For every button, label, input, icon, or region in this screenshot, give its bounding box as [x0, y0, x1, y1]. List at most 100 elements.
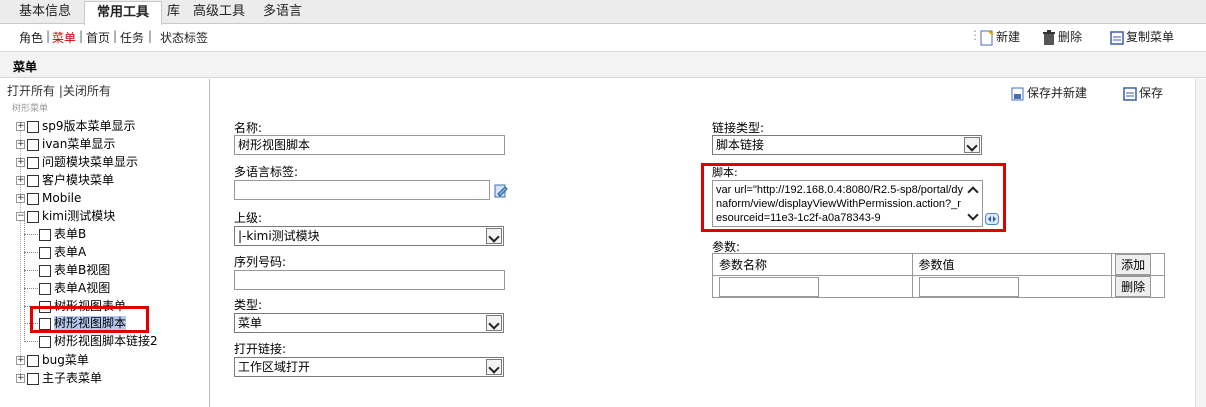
subnav-home[interactable]: 首页: [86, 29, 110, 46]
tab-common-tools[interactable]: 常用工具: [84, 1, 162, 25]
parent-label: 上级:: [234, 211, 263, 225]
remove-param-button[interactable]: 删除: [1115, 276, 1152, 297]
expand-icon[interactable]: +: [16, 140, 25, 149]
expand-icon[interactable]: +: [16, 374, 25, 383]
tree-checkbox[interactable]: [27, 354, 39, 367]
tree-node-label: 表单B: [54, 227, 87, 241]
expand-all-link[interactable]: 打开所有: [7, 84, 55, 98]
save-and-new-button[interactable]: 保存并新建: [1011, 84, 1087, 102]
tree-checkbox[interactable]: [27, 372, 39, 385]
link-type-label: 链接类型:: [712, 121, 765, 135]
name-label: 名称:: [234, 121, 263, 135]
params-col-name: 参数名称: [712, 253, 913, 276]
new-button[interactable]: 新建: [980, 28, 1020, 46]
tree-checkbox[interactable]: [39, 282, 51, 295]
param-value-input[interactable]: [918, 276, 1019, 297]
tree-node[interactable]: + sp9版本菜单显示: [16, 118, 136, 135]
new-doc-icon: [980, 29, 994, 45]
new-button-label: 新建: [996, 30, 1021, 44]
expand-icon[interactable]: +: [16, 194, 25, 203]
tree-checkbox[interactable]: [27, 192, 39, 205]
tree-checkbox[interactable]: [27, 120, 39, 133]
tree-node[interactable]: + 主子表菜单: [16, 370, 102, 387]
link-type-select[interactable]: 脚本链接: [712, 135, 982, 155]
subnav-task[interactable]: 任务: [120, 29, 144, 46]
params-header-row: 参数名称 参数值 添加: [712, 253, 1165, 276]
type-select[interactable]: 菜单: [234, 313, 504, 333]
tree-checkbox[interactable]: [39, 228, 51, 241]
tree-checkbox[interactable]: [27, 210, 39, 223]
tree-node[interactable]: 表单A视图: [24, 280, 110, 297]
copy-menu-button[interactable]: 复制菜单: [1110, 28, 1174, 46]
subnav-role[interactable]: 角色: [19, 29, 43, 46]
right-gutter: [1195, 79, 1206, 407]
tree-checkbox[interactable]: [39, 246, 51, 259]
top-tab-bar: 基本信息 常用工具 库 高级工具 多语言: [0, 0, 1206, 25]
tree-node[interactable]: + 问题模块菜单显示: [16, 154, 138, 171]
tree-node[interactable]: 树形视图脚本链接2: [24, 333, 158, 350]
tree-node-label: ivan菜单显示: [42, 137, 116, 151]
parent-select-value: |-kimi测试模块: [238, 229, 320, 243]
tree-node[interactable]: + Mobile: [16, 190, 81, 207]
section-title: 菜单: [13, 60, 38, 74]
trash-icon: [1043, 29, 1055, 45]
tree-node-label: 客户模块菜单: [42, 173, 115, 187]
tree-node-label: 表单A: [54, 245, 87, 259]
tree-node-label: 树形视图脚本链接2: [54, 334, 158, 348]
expand-icon[interactable]: +: [16, 356, 25, 365]
delete-button-label: 删除: [1058, 30, 1083, 44]
open-label: 打开链接:: [234, 342, 287, 356]
tree-root-label: 树形菜单: [12, 104, 49, 114]
tree-node-label: 表单A视图: [54, 281, 111, 295]
tree-node[interactable]: 表单A: [24, 244, 86, 261]
tree-node[interactable]: + ivan菜单显示: [16, 136, 115, 153]
section-header: 菜单: [0, 51, 1206, 78]
param-name-input[interactable]: [719, 276, 819, 297]
expand-icon[interactable]: +: [16, 158, 25, 167]
tab-advanced-tools[interactable]: 高级工具: [193, 0, 245, 24]
chevron-down-icon[interactable]: [486, 315, 502, 331]
tree-checkbox[interactable]: [39, 335, 51, 348]
open-select[interactable]: 工作区域打开: [234, 357, 504, 377]
name-input[interactable]: 树形视图脚本: [234, 135, 505, 155]
tree-checkbox[interactable]: [27, 174, 39, 187]
seq-input[interactable]: [234, 270, 505, 290]
collapse-all-link[interactable]: |关闭所有: [59, 84, 111, 98]
expand-icon[interactable]: +: [16, 122, 25, 131]
chevron-down-icon[interactable]: [964, 137, 980, 153]
type-select-value: 菜单: [238, 316, 263, 330]
tree-checkbox[interactable]: [27, 156, 39, 169]
subnav-status-tags[interactable]: 状态标签: [160, 29, 208, 46]
parent-select[interactable]: |-kimi测试模块: [234, 226, 504, 246]
link-type-value: 脚本链接: [716, 138, 765, 152]
chevron-down-icon[interactable]: [486, 228, 502, 244]
tab-library[interactable]: 库: [167, 0, 180, 24]
tree-node[interactable]: 表单B视图: [24, 262, 110, 279]
tree-node[interactable]: 表单B: [24, 226, 86, 243]
tree-node-kimi[interactable]: − kimi测试模块: [16, 208, 115, 225]
save-label: 保存: [1139, 86, 1164, 100]
tree-node[interactable]: + 客户模块菜单: [16, 172, 114, 189]
save-icon: [1123, 86, 1137, 101]
tab-multilanguage[interactable]: 多语言: [263, 0, 302, 24]
delete-button[interactable]: 删除: [1042, 28, 1082, 46]
tree-checkbox[interactable]: [39, 264, 51, 277]
tree-node-label: 问题模块菜单显示: [42, 155, 139, 169]
tree-node[interactable]: + bug菜单: [16, 352, 89, 369]
tree-node-label: kimi测试模块: [42, 209, 116, 223]
subnav-menu[interactable]: 菜单: [52, 29, 76, 46]
save-button[interactable]: 保存: [1123, 84, 1163, 102]
ml-edit-icon[interactable]: [494, 183, 508, 199]
params-row: 删除: [712, 275, 1165, 298]
tree-checkbox[interactable]: [27, 138, 39, 151]
chevron-down-icon[interactable]: [486, 359, 502, 375]
params-col-value: 参数值: [911, 253, 1113, 276]
highlight-box-script: [701, 163, 1006, 232]
copy-menu-label: 复制菜单: [1126, 30, 1175, 44]
collapse-icon[interactable]: −: [16, 212, 25, 221]
add-param-button[interactable]: 添加: [1115, 254, 1152, 275]
ml-input[interactable]: [234, 180, 490, 200]
expand-icon[interactable]: +: [16, 176, 25, 185]
tab-basic-info[interactable]: 基本信息: [19, 0, 71, 24]
params-table: 参数名称 参数值 添加 删除: [712, 253, 1165, 298]
